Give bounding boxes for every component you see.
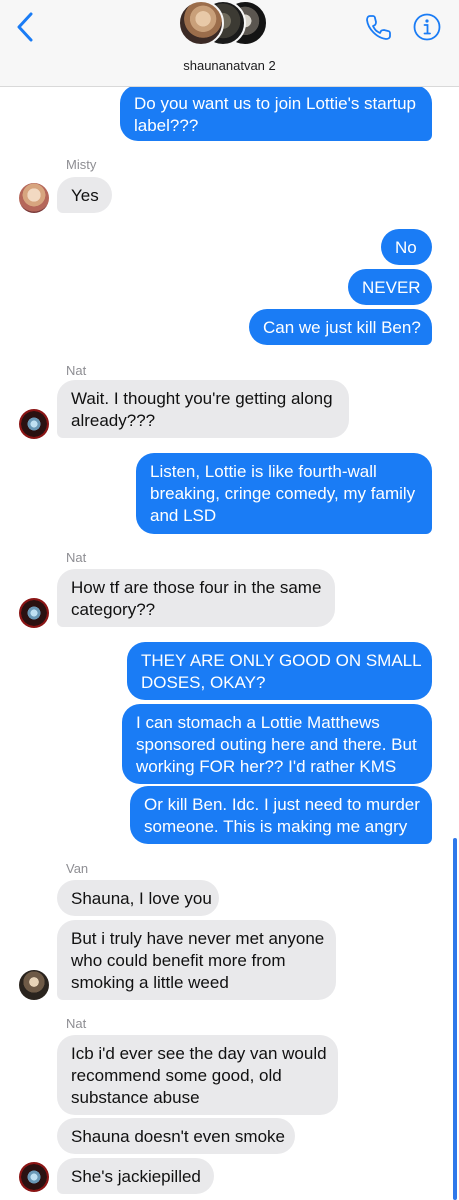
message-text-line: THEY ARE ONLY GOOD ON SMALL [141,651,422,670]
message-text-line: Do you want us to join Lottie's startup [134,94,417,113]
message-bubble-outgoing[interactable]: I can stomach a Lottie Matthews sponsore… [122,704,432,784]
message-text-line: Or kill Ben. Idc. I just need to murder [144,795,420,814]
message-text-line: Wait. I thought you're getting along [71,389,333,408]
message-text-line: DOSES, OKAY? [141,673,266,692]
info-button[interactable] [412,12,442,42]
message-bubble-outgoing[interactable]: Or kill Ben. Idc. I just need to murder … [130,786,432,844]
sender-label-misty: Misty [66,157,97,172]
message-bubble-incoming[interactable]: How tf are those four in the same catego… [57,569,335,627]
message-bubble-incoming[interactable]: Icb i'd ever see the day van would recom… [57,1035,338,1115]
message-bubble-incoming[interactable]: Wait. I thought you're getting along alr… [57,380,349,438]
message-text-line: substance abuse [71,1088,200,1107]
message-bubble-outgoing[interactable]: Can we just kill Ben? [249,309,432,345]
avatar-nat[interactable] [19,598,49,628]
message-bubble-outgoing[interactable]: No [381,229,432,265]
message-text-line: who could benefit more from [71,951,286,970]
message-text-line: already??? [71,411,156,430]
message-text-line: smoking a little weed [71,973,229,992]
message-text-line: and LSD [150,506,217,525]
message-text-line: How tf are those four in the same [71,578,322,597]
message-bubble-incoming[interactable]: Yes [57,177,112,213]
message-text-line: I can stomach a Lottie Matthews [136,713,380,732]
back-chevron-icon [17,12,33,42]
message-thread[interactable]: Do you want us to join Lottie's startup … [0,0,459,1200]
message-bubble-incoming[interactable]: Shauna, I love you [57,880,219,916]
group-avatar-stack[interactable] [178,0,282,50]
message-text-line: sponsored outing here and there. But [136,735,417,754]
sender-label-nat: Nat [66,550,87,565]
message-text-line: category?? [71,600,156,619]
avatar-nat[interactable] [19,409,49,439]
message-bubble-outgoing[interactable]: Listen, Lottie is like fourth-wall break… [136,453,432,534]
message-bubble-outgoing[interactable]: NEVER [348,269,432,305]
avatar [178,0,224,46]
message-text-line: someone. This is making me angry [144,817,408,836]
message-bubble-outgoing[interactable]: THEY ARE ONLY GOOD ON SMALL DOSES, OKAY? [127,642,432,700]
message-text-line: working FOR her?? I'd rather KMS [136,757,397,776]
avatar-nat[interactable] [19,1162,49,1192]
phone-icon [366,15,391,40]
avatar-misty[interactable] [19,183,49,213]
message-text-line: Icb i'd ever see the day van would [71,1044,327,1063]
message-text-line: recommend some good, old [71,1066,282,1085]
call-button[interactable] [364,12,394,42]
sender-label-van: Van [66,861,89,876]
message-text-line: breaking, cringe comedy, my family [150,484,416,503]
sender-label-nat: Nat [66,363,87,378]
message-bubble-incoming[interactable]: She's jackiepilled [57,1158,214,1194]
conversation-header: shaunanatvan 2 [0,0,459,87]
back-button[interactable] [12,10,42,44]
message-text-line: But i truly have never met anyone [71,929,325,948]
message-text-line: label??? [134,116,199,135]
info-icon [413,13,441,41]
sender-label-nat: Nat [66,1016,87,1031]
message-bubble-incoming[interactable]: Shauna doesn't even smoke [57,1118,295,1154]
conversation-title[interactable]: shaunanatvan 2 [0,58,459,73]
message-bubble-outgoing[interactable]: Do you want us to join Lottie's startup … [120,85,432,141]
message-bubble-incoming[interactable]: But i truly have never met anyone who co… [57,920,336,1000]
avatar-van[interactable] [19,970,49,1000]
message-text-line: Listen, Lottie is like fourth-wall [150,462,377,481]
scrollbar[interactable] [453,838,457,1200]
